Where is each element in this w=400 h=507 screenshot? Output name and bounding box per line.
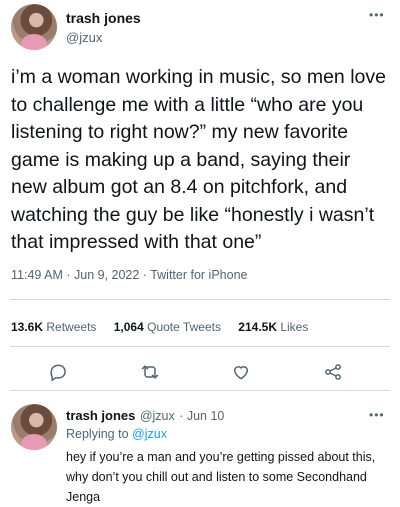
reply-author-avatar[interactable] [11,404,57,450]
author-name[interactable]: trash jones [66,10,141,26]
retweets-count: 13.6K [11,320,44,334]
likes-label: Likes [280,320,309,334]
tweet-text: i’m a woman working in music, so men lov… [11,66,386,253]
share-icon[interactable] [323,362,343,382]
author-handle[interactable]: @jzux [66,30,102,45]
quotes-label: Quote Tweets [147,320,221,334]
reply-text: hey if you’re a man and you’re getting p… [66,450,376,504]
heart-icon[interactable] [231,362,251,382]
retweet-icon[interactable] [140,362,160,382]
quotes-count: 1,064 [113,320,144,334]
more-dots-icon[interactable]: ••• [369,408,385,422]
more-dots-icon[interactable]: ••• [369,8,385,22]
retweets-stat[interactable]: 13.6K Retweets [11,320,100,334]
reply-header: trash jones @jzux · Jun 10 [66,407,224,425]
retweets-label: Retweets [46,320,97,334]
reply-date[interactable]: · Jun 10 [179,409,224,423]
comment-icon[interactable] [48,362,68,382]
divider [10,299,390,300]
replying-prefix: Replying to [66,427,129,441]
quotes-stat[interactable]: 1,064 Quote Tweets [114,320,225,334]
likes-stat[interactable]: 214.5K Likes [238,320,308,334]
reply-author-name[interactable]: trash jones [66,408,135,423]
reply-author-handle[interactable]: @jzux [140,409,175,423]
divider [10,390,390,391]
tweet-stats: 13.6K Retweets 1,064 Quote Tweets 214.5K… [11,318,308,336]
replying-to: Replying to @jzux [66,427,167,441]
likes-count: 214.5K [238,320,277,334]
replying-handle-link[interactable]: @jzux [132,427,167,441]
author-avatar[interactable] [11,4,57,50]
divider [10,346,390,347]
tweet-timestamp[interactable]: 11:49 AM · Jun 9, 2022 · Twitter for iPh… [11,268,247,282]
